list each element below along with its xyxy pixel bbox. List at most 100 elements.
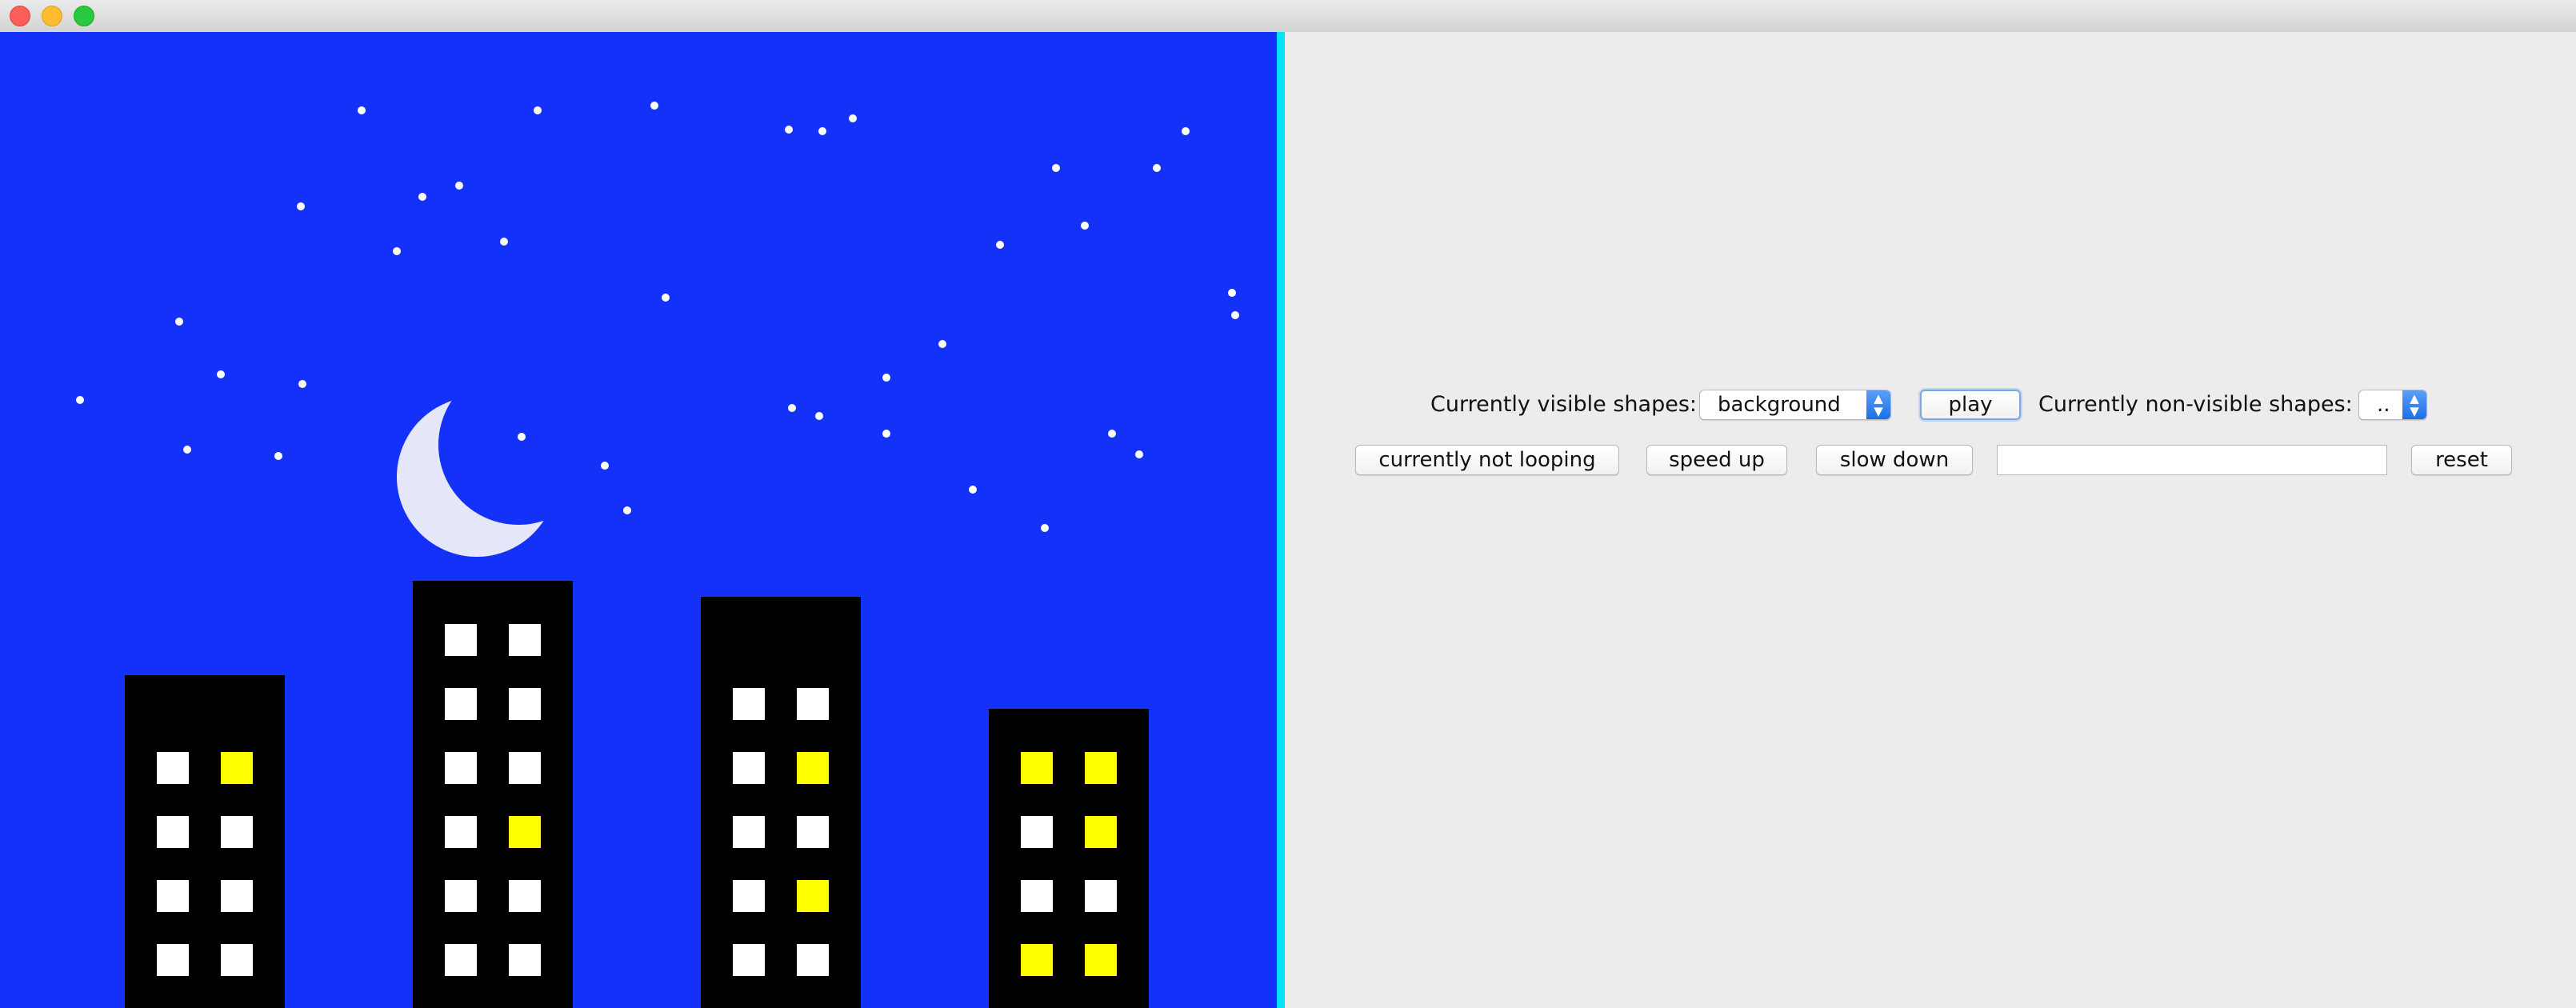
star (785, 126, 793, 134)
building-window (797, 688, 829, 720)
building-window (1085, 752, 1117, 784)
building-window (509, 816, 541, 848)
scene-drawing (76, 102, 1239, 1008)
star (1052, 164, 1060, 172)
building-window (445, 688, 477, 720)
title-bar (0, 0, 2576, 33)
star (1108, 430, 1116, 438)
star (650, 102, 658, 110)
building-window (445, 624, 477, 656)
building (701, 597, 861, 1008)
nonvisible-shapes-label: Currently non-visible shapes: (2038, 392, 2353, 417)
building-window (733, 816, 765, 848)
star (969, 486, 977, 494)
star (1231, 311, 1239, 319)
building-window (1085, 944, 1117, 976)
building-window (733, 688, 765, 720)
slow-down-button[interactable]: slow down (1816, 445, 1973, 475)
command-text-field[interactable] (1997, 445, 2387, 475)
building (125, 675, 285, 1008)
star (298, 380, 306, 388)
building-window (509, 688, 541, 720)
building-window (1021, 880, 1053, 912)
star (882, 430, 890, 438)
building-window (733, 752, 765, 784)
building (989, 709, 1149, 1008)
close-icon[interactable] (10, 6, 30, 26)
star (601, 462, 609, 470)
speed-up-button[interactable]: speed up (1646, 445, 1787, 475)
animation-canvas (0, 32, 1277, 1008)
star (849, 114, 857, 122)
building-window (509, 880, 541, 912)
star (1041, 524, 1049, 532)
visible-shapes-select-value: background (1718, 393, 1841, 417)
star (882, 374, 890, 382)
building-window (1021, 752, 1053, 784)
star (217, 370, 225, 378)
building-window (797, 880, 829, 912)
star (1182, 127, 1190, 135)
star (1153, 164, 1161, 172)
control-panel: Currently visible shapes: background ▲ ▼ … (1285, 32, 2576, 1008)
zoom-icon[interactable] (74, 6, 94, 26)
star (534, 106, 542, 114)
building-window (1085, 816, 1117, 848)
loop-toggle-button[interactable]: currently not looping (1355, 445, 1619, 475)
star (274, 452, 282, 460)
star (393, 247, 401, 255)
reset-button[interactable]: reset (2411, 445, 2512, 475)
play-button[interactable]: play (1920, 390, 2021, 420)
building-window (221, 752, 253, 784)
star (183, 446, 191, 454)
visible-shapes-select[interactable]: background ▲ ▼ (1699, 390, 1891, 420)
star (1228, 289, 1236, 297)
building-window (797, 752, 829, 784)
building-window (157, 816, 189, 848)
star (938, 340, 946, 348)
building-window (157, 752, 189, 784)
building-window (445, 944, 477, 976)
building-window (157, 944, 189, 976)
building-window (445, 816, 477, 848)
moon (397, 397, 557, 557)
star (297, 202, 305, 210)
building-window (221, 944, 253, 976)
building-window (1021, 816, 1053, 848)
star (815, 412, 823, 420)
star (662, 294, 670, 302)
star (455, 182, 463, 190)
star (500, 238, 508, 246)
star (175, 318, 183, 326)
building (413, 581, 573, 1008)
star (818, 127, 826, 135)
star (1135, 450, 1143, 458)
building-window (797, 944, 829, 976)
star (76, 396, 84, 404)
building-window (445, 880, 477, 912)
building-window (445, 752, 477, 784)
visible-shapes-label: Currently visible shapes: (1430, 392, 1697, 417)
star (418, 193, 426, 201)
star (1081, 222, 1089, 230)
building-window (509, 944, 541, 976)
building-window (157, 880, 189, 912)
star (358, 106, 366, 114)
building-window (509, 752, 541, 784)
nonvisible-shapes-select-value: .. (2377, 393, 2390, 417)
building-window (1085, 880, 1117, 912)
building-window (733, 880, 765, 912)
nonvisible-shapes-select[interactable]: .. ▲ ▼ (2358, 390, 2427, 420)
select-arrows-icon: ▲ ▼ (2402, 390, 2426, 419)
building-window (1021, 944, 1053, 976)
building-window (797, 816, 829, 848)
star (623, 506, 631, 514)
select-arrows-icon: ▲ ▼ (1866, 390, 1890, 419)
building-window (221, 816, 253, 848)
building-window (509, 624, 541, 656)
canvas-edge-bar (1277, 32, 1285, 1008)
star (788, 404, 796, 412)
minimize-icon[interactable] (42, 6, 62, 26)
building-window (221, 880, 253, 912)
building-window (733, 944, 765, 976)
